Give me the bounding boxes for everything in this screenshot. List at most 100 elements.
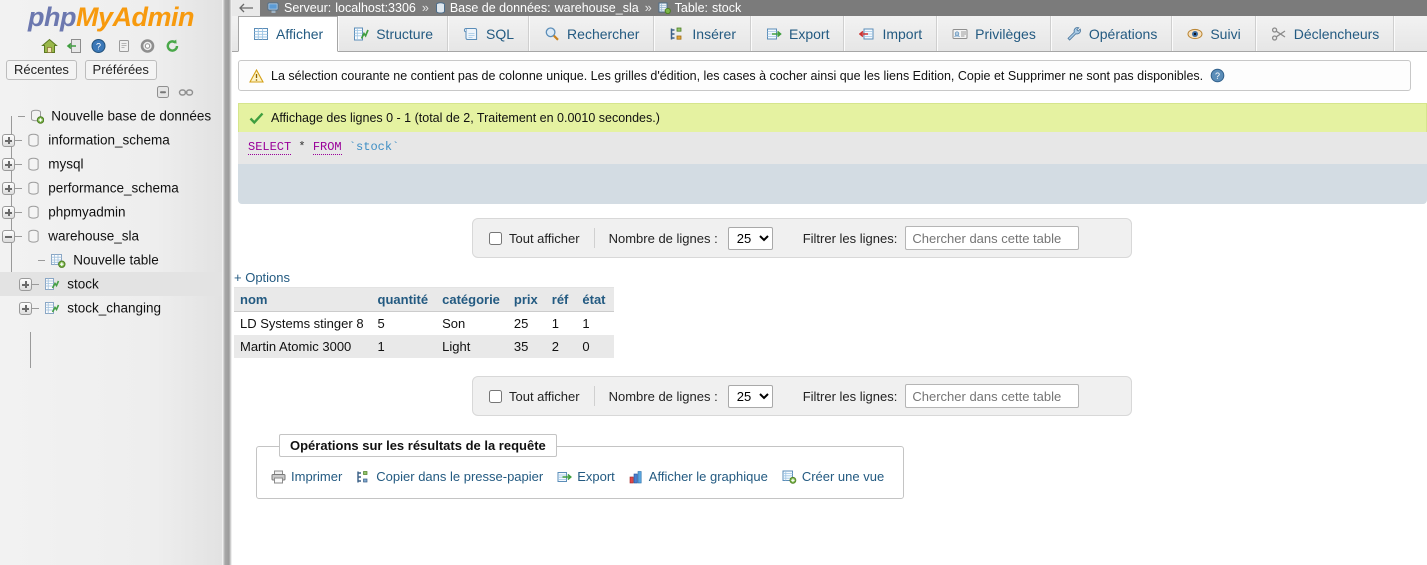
tab-label: Export (789, 25, 830, 42)
settings-icon[interactable] (139, 38, 156, 54)
expand-icon[interactable] (19, 278, 32, 292)
cell-prix: 35 (507, 335, 546, 358)
help-circle-icon[interactable]: ? (1210, 68, 1225, 83)
column-header-etat[interactable]: état (576, 287, 614, 312)
tree-item-performance-schema[interactable]: performance_schema (0, 176, 222, 200)
print-link[interactable]: Imprimer (271, 469, 342, 484)
structure-icon (353, 26, 370, 42)
back-button[interactable] (232, 0, 260, 16)
display-chart-link[interactable]: Afficher le graphique (629, 469, 768, 484)
tree-connector (15, 236, 22, 238)
expand-icon[interactable] (19, 302, 32, 316)
sql-query-display[interactable]: SELECT * FROM `stock` (238, 132, 1427, 164)
cell-etat: 0 (576, 335, 614, 358)
column-header-prix[interactable]: prix (507, 287, 546, 312)
expand-icon[interactable] (2, 206, 15, 220)
breadcrumb-separator: » (421, 1, 429, 15)
import-icon (859, 26, 875, 42)
tab-operations[interactable]: Opérations (1050, 16, 1173, 51)
sql-star: * (298, 140, 306, 154)
logo-php: php (28, 2, 76, 32)
tab-label: Structure (376, 25, 434, 42)
tab-afficher[interactable]: Afficher (238, 16, 339, 52)
rows-count-select[interactable]: 25 (727, 384, 773, 408)
query-operations-legend: Opérations sur les résultats de la requê… (279, 434, 557, 457)
tree-connector (15, 212, 22, 214)
tab-structure[interactable]: Structure (338, 16, 449, 51)
tree-item-label: mysql (48, 156, 84, 172)
show-all-checkbox[interactable] (489, 389, 502, 403)
tree-controls (0, 80, 222, 102)
cell-quantite: 1 (371, 335, 437, 358)
phpmyadmin-logo[interactable]: phpMyAdmin (0, 0, 222, 32)
tree-item-warehouse-sla[interactable]: warehouse_sla (0, 224, 222, 248)
table-row[interactable]: Martin Atomic 3000 1 Light 35 2 0 (234, 335, 614, 358)
create-view-link[interactable]: Créer une vue (782, 469, 884, 484)
tree-item-stock-changing[interactable]: stock_changing (0, 296, 222, 320)
tab-label: Import (882, 25, 923, 42)
rows-count-select[interactable]: 25 (727, 226, 773, 250)
collapse-all-icon[interactable] (155, 85, 171, 100)
export-link[interactable]: Export (557, 469, 615, 484)
expand-icon[interactable] (2, 134, 15, 148)
breadcrumb-server[interactable]: Serveur: localhost:3306 (267, 0, 416, 16)
warning-text: La sélection courante ne contient pas de… (271, 68, 1204, 83)
tree-item-stock[interactable]: stock (0, 272, 222, 296)
tree-item-new-database[interactable]: Nouvelle base de données (0, 104, 222, 128)
filter-rows-input[interactable] (905, 226, 1080, 250)
sql-window-icon[interactable] (115, 38, 132, 54)
expand-icon[interactable] (2, 182, 15, 196)
home-icon[interactable] (41, 38, 58, 54)
recent-tables-chip[interactable]: Récentes (6, 60, 77, 80)
favorite-tables-chip[interactable]: Préférées (84, 60, 157, 80)
op-link-label: Export (577, 469, 615, 484)
tree-item-label: Nouvelle base de données (51, 108, 212, 124)
tab-label: Insérer (692, 25, 736, 42)
filter-rows-input[interactable] (905, 384, 1080, 408)
collapse-icon[interactable] (2, 230, 15, 244)
unlink-icon[interactable] (178, 85, 194, 100)
tab-label: Rechercher (567, 25, 640, 42)
column-header-nom[interactable]: nom (234, 287, 372, 312)
warning-message: La sélection courante ne contient pas de… (238, 60, 1411, 91)
database-icon (27, 229, 41, 244)
expand-icon[interactable] (2, 158, 15, 172)
help-icon[interactable]: ? (90, 38, 107, 54)
reload-icon[interactable] (164, 38, 181, 54)
column-header-ref[interactable]: réf (545, 287, 577, 312)
show-all-checkbox[interactable] (489, 231, 502, 245)
breadcrumb-table[interactable]: Table: stock (658, 0, 741, 16)
tab-rechercher[interactable]: Rechercher (529, 16, 655, 51)
tab-sql[interactable]: SQL (448, 16, 530, 51)
cell-categorie: Light (436, 335, 508, 358)
sql-keyword-from: FROM (312, 140, 342, 155)
tab-privileges[interactable]: Privilèges (937, 16, 1051, 51)
results-table: nom quantité catégorie prix réf état LD … (234, 287, 614, 358)
tab-export[interactable]: Export (751, 16, 845, 51)
table-header-row: nom quantité catégorie prix réf état (234, 287, 614, 312)
export-icon (557, 470, 573, 484)
table-row[interactable]: LD Systems stinger 8 5 Son 25 1 1 (234, 311, 614, 335)
tree-connector (32, 308, 39, 310)
copy-to-clipboard-link[interactable]: Copier dans le presse-papier (356, 469, 543, 484)
triggers-icon (1271, 26, 1287, 42)
cell-nom: Martin Atomic 3000 (234, 335, 372, 358)
phpmyadmin-window: phpMyAdmin ? Récentes Préférées Nouvelle… (0, 0, 1427, 565)
tab-inserer[interactable]: Insérer (654, 16, 751, 51)
database-icon (27, 205, 41, 220)
tree-item-mysql[interactable]: mysql (0, 152, 222, 176)
tree-item-new-table[interactable]: Nouvelle table (0, 248, 222, 272)
breadcrumb-database[interactable]: Base de données: warehouse_sla (435, 0, 639, 16)
tree-item-phpmyadmin[interactable]: phpmyadmin (0, 200, 222, 224)
tab-suivi[interactable]: Suivi (1172, 16, 1256, 51)
tab-declencheurs[interactable]: Déclencheurs (1255, 16, 1395, 51)
tab-import[interactable]: Import (844, 16, 938, 51)
column-header-quantite[interactable]: quantité (371, 287, 437, 312)
options-toggle-link[interactable]: + Options (234, 270, 1427, 285)
tree-item-information-schema[interactable]: information_schema (0, 128, 222, 152)
check-icon (249, 112, 264, 125)
logo-admin: Admin (112, 2, 195, 32)
logout-icon[interactable] (66, 38, 83, 54)
sidebar-resizer[interactable] (222, 0, 232, 565)
column-header-categorie[interactable]: catégorie (436, 287, 508, 312)
